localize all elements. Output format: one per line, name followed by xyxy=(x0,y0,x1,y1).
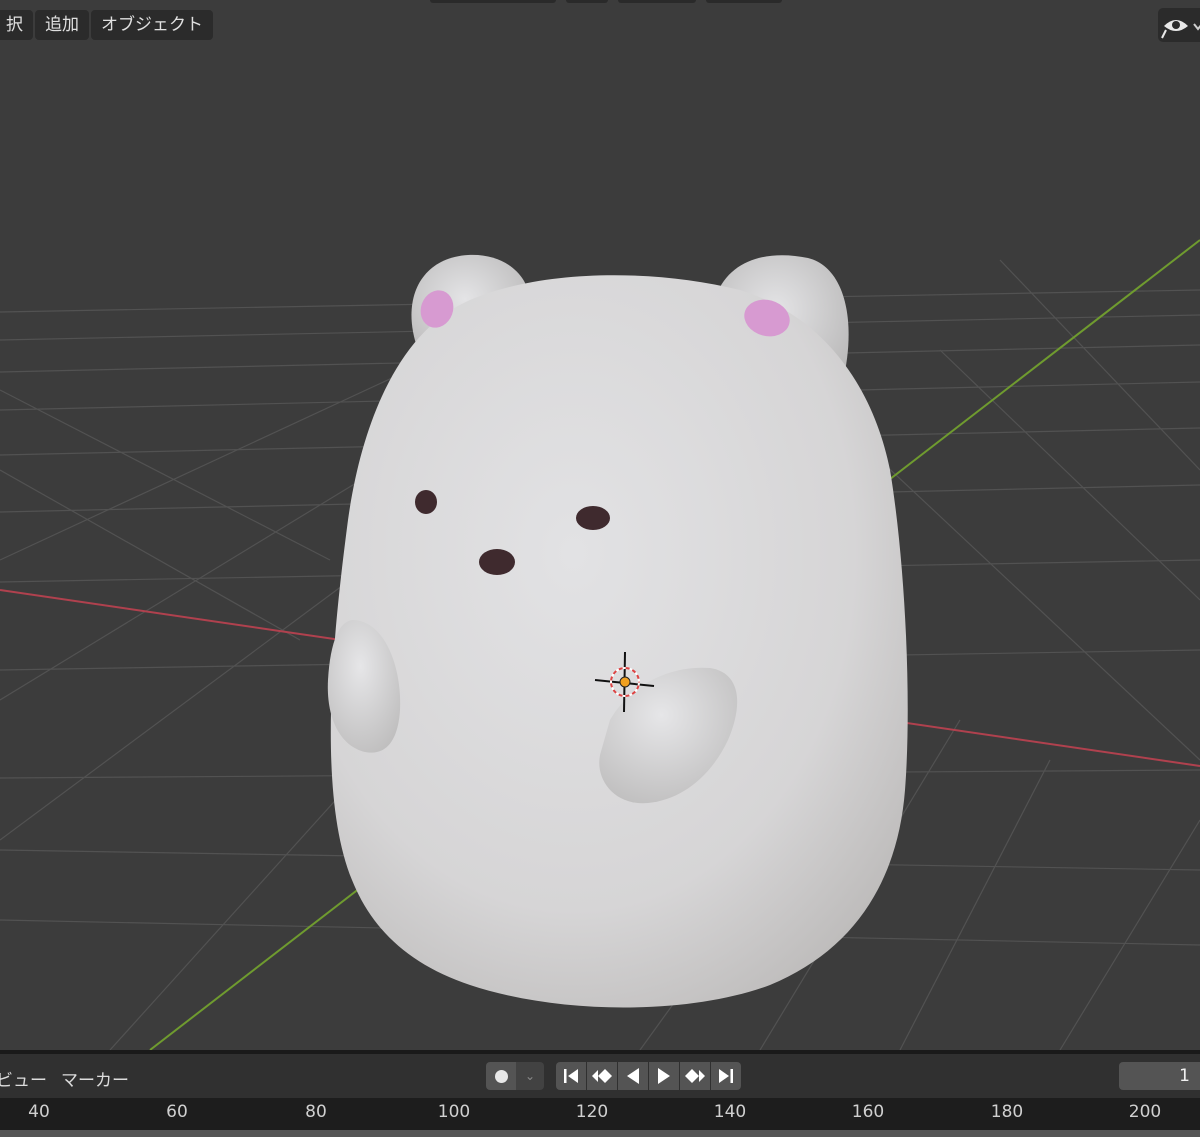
viewport-scene xyxy=(0,239,1200,1050)
top-tab[interactable] xyxy=(618,0,696,3)
prev-keyframe-button[interactable] xyxy=(587,1062,617,1090)
menu-view[interactable]: ビュー xyxy=(0,1066,47,1091)
ruler-tick: 60 xyxy=(166,1102,188,1122)
top-tab-strip xyxy=(430,0,782,3)
top-tab[interactable] xyxy=(430,0,556,3)
play-reverse-button[interactable] xyxy=(618,1062,648,1090)
ruler-tick: 200 xyxy=(1128,1102,1162,1122)
bear-body xyxy=(330,275,908,1008)
ruler-tick: 180 xyxy=(990,1102,1024,1122)
auto-keying-group: ⌄ xyxy=(486,1062,544,1090)
timeline-ruler[interactable]: 40 60 80 100 120 140 160 180 200 xyxy=(0,1098,1200,1137)
bear-model[interactable] xyxy=(327,254,908,1008)
play-button[interactable] xyxy=(649,1062,679,1090)
ruler-tick: 100 xyxy=(437,1102,471,1122)
eye-icon xyxy=(1161,20,1200,39)
eye-right xyxy=(576,506,610,530)
jump-start-icon xyxy=(564,1069,578,1083)
current-frame-field[interactable]: 1 xyxy=(1119,1062,1200,1090)
3d-viewport[interactable]: 択 追加 オブジェクト xyxy=(0,0,1200,1050)
jump-start-button[interactable] xyxy=(556,1062,586,1090)
timeline-scrollbar[interactable] xyxy=(0,1130,1200,1137)
menu-object[interactable]: オブジェクト xyxy=(91,10,213,40)
ruler-tick: 160 xyxy=(851,1102,885,1122)
chevron-down-icon[interactable]: ⌄ xyxy=(516,1062,544,1090)
ruler-tick: 80 xyxy=(305,1102,327,1122)
next-keyframe-button[interactable] xyxy=(680,1062,710,1090)
ruler-tick: 120 xyxy=(575,1102,609,1122)
next-keyframe-icon xyxy=(685,1069,705,1083)
nose xyxy=(479,549,515,575)
viewport-header-menu: 択 追加 オブジェクト xyxy=(0,10,213,40)
menu-add[interactable]: 追加 xyxy=(35,10,89,40)
timeline-header: ビュー マーカー ⌄ 1 xyxy=(0,1050,1200,1098)
menu-marker[interactable]: マーカー xyxy=(61,1066,129,1091)
play-reverse-icon xyxy=(627,1068,639,1084)
top-tab[interactable] xyxy=(706,0,782,3)
menu-select[interactable]: 択 xyxy=(0,10,33,40)
auto-keying-button[interactable] xyxy=(486,1062,516,1090)
ruler-tick: 40 xyxy=(28,1102,50,1122)
playback-controls xyxy=(556,1062,741,1090)
ruler-tick: 140 xyxy=(713,1102,747,1122)
record-dot-icon xyxy=(494,1069,508,1083)
eye-left xyxy=(415,490,437,514)
jump-end-button[interactable] xyxy=(711,1062,741,1090)
prev-keyframe-icon xyxy=(592,1069,612,1083)
play-icon xyxy=(658,1068,670,1084)
visibility-button[interactable] xyxy=(1158,8,1200,42)
jump-end-icon xyxy=(719,1069,733,1083)
top-tab[interactable] xyxy=(566,0,608,3)
